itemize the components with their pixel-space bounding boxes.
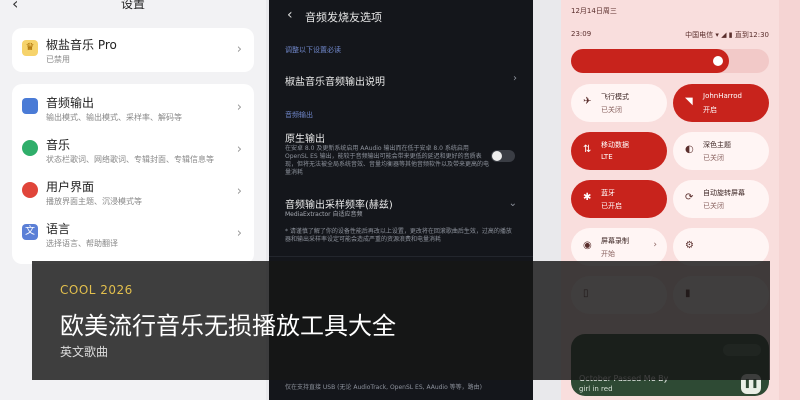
pro-subtitle: 已禁用 bbox=[46, 55, 70, 64]
item-title: 音乐 bbox=[46, 138, 71, 152]
section-label: 音频输出 bbox=[285, 111, 313, 119]
chevron-right-icon: › bbox=[236, 184, 242, 199]
settings-card: 音频输出 输出模式、输出模式、采样率、解码等 › 音乐 状态栏歌词、网络歌词、专… bbox=[12, 84, 254, 264]
edge-strip bbox=[779, 0, 800, 400]
chevron-right-icon: › bbox=[236, 142, 242, 157]
sample-rate-note: * 请谨慎了解了你的设备性能后再改以上设置，更改将在回滚歌曲后生效，过高的播放器… bbox=[285, 228, 512, 243]
pro-title: 椒盐音乐 Pro bbox=[46, 38, 117, 52]
chevron-right-icon: › bbox=[236, 100, 242, 115]
page-title: 音频发烧友选项 bbox=[305, 11, 382, 24]
song-artist: girl in red bbox=[579, 385, 613, 393]
pro-card[interactable]: ♛ 椒盐音乐 Pro 已禁用 › bbox=[12, 28, 254, 72]
headphones-icon bbox=[22, 98, 38, 114]
quick-tile[interactable]: ◥ JohnHarrod 开启 bbox=[673, 84, 769, 122]
wifi-icon: ◥ bbox=[685, 96, 693, 107]
caption-tag: COOL 2026 bbox=[60, 283, 133, 297]
item-title: 语言 bbox=[46, 222, 71, 236]
settings-item-audio-output[interactable]: 音频输出 输出模式、输出模式、采样率、解码等 › bbox=[12, 88, 254, 128]
status-bar: 中国电信 ▾ ◢ ▮ 直到12:30 bbox=[685, 31, 769, 39]
tile-status: 已开启 bbox=[601, 202, 622, 210]
item-subtitle: 状态栏歌词、网络歌词、专辑封面、专辑信息等 bbox=[46, 155, 214, 164]
settings-item-ui[interactable]: 用户界面 播放界面主题、沉浸模式等 › bbox=[12, 172, 254, 212]
section-label: 调整以下设置必读 bbox=[285, 46, 341, 54]
swap-icon: ⇅ bbox=[583, 144, 592, 155]
chevron-right-icon: › bbox=[236, 226, 242, 241]
date-label: 12月14日周三 bbox=[571, 7, 617, 15]
settings-icon: ⚙ bbox=[685, 240, 694, 251]
brightness-fill bbox=[571, 49, 730, 73]
item-subtitle: 播放界面主题、沉浸模式等 bbox=[46, 197, 142, 206]
tile-title: 移动数据 bbox=[601, 141, 629, 149]
settings-item-language[interactable]: 文 语言 选择语言、帮助翻译 › bbox=[12, 214, 254, 254]
brightness-slider[interactable] bbox=[571, 49, 769, 73]
item-title: 用户界面 bbox=[46, 180, 95, 194]
raw-output-desc: 在安卓 8.0 及更新系统启用 AAudio 输出而在低于安卓 8.0 系统启用… bbox=[285, 145, 490, 176]
tile-status: LTE bbox=[601, 153, 613, 161]
back-arrow-icon[interactable]: ‹ bbox=[287, 7, 293, 23]
toggle-knob bbox=[492, 151, 502, 161]
caption-subtitle: 英文歌曲 bbox=[60, 345, 109, 359]
quick-tile[interactable]: ◐ 深色主题已关闭 bbox=[673, 132, 769, 170]
quick-tile[interactable]: ✈ 飞行模式已关闭 bbox=[571, 84, 667, 122]
tile-title: 飞行模式 bbox=[601, 93, 629, 101]
airplane-icon: ✈ bbox=[583, 96, 592, 107]
tile-status: 已关闭 bbox=[601, 106, 622, 114]
crown-icon: ♛ bbox=[22, 40, 38, 56]
theme-icon: ◐ bbox=[685, 144, 694, 155]
tile-title: 深色主题 bbox=[703, 141, 731, 149]
caption-title: 欧美流行音乐无损播放工具大全 bbox=[60, 312, 396, 340]
sample-rate-title[interactable]: 音频输出采样频率(赫兹) bbox=[285, 196, 393, 211]
tile-title: 屏幕录制 bbox=[601, 237, 629, 245]
tile-title: 自动旋转屏幕 bbox=[703, 189, 745, 197]
chevron-right-icon: › bbox=[236, 42, 242, 57]
item-subtitle: 输出模式、输出模式、采样率、解码等 bbox=[46, 113, 182, 122]
chevron-down-icon: ⌄ bbox=[508, 198, 517, 209]
settings-item-music[interactable]: 音乐 状态栏歌词、网络歌词、专辑封面、专辑信息等 › bbox=[12, 130, 254, 170]
quick-tile[interactable]: ✱ 蓝牙已开启 bbox=[571, 180, 667, 218]
caption-overlay: COOL 2026 欧美流行音乐无损播放工具大全 英文歌曲 bbox=[32, 261, 770, 380]
tile-title: JohnHarrod bbox=[703, 92, 742, 100]
clock-label: 23:09 bbox=[571, 30, 592, 38]
raw-output-title: 原生输出 bbox=[285, 134, 325, 145]
usb-note: 仅在支持直接 USB (无论 AudioTrack, OpenSL ES, AA… bbox=[285, 384, 483, 391]
tile-status: 开始 bbox=[601, 250, 615, 258]
bluetooth-icon: ✱ bbox=[583, 192, 592, 203]
translate-icon: 文 bbox=[22, 224, 38, 240]
output-guide-link[interactable]: 椒盐音乐音频输出说明 bbox=[285, 73, 385, 88]
tile-status: 已关闭 bbox=[703, 154, 724, 162]
chevron-right-icon: › bbox=[513, 73, 517, 84]
tile-status: 开启 bbox=[703, 106, 717, 114]
chevron-right-icon: › bbox=[653, 240, 657, 250]
record-icon: ◉ bbox=[583, 240, 592, 251]
music-note-icon bbox=[22, 140, 38, 156]
item-subtitle: 选择语言、帮助翻译 bbox=[46, 239, 118, 248]
divider bbox=[269, 256, 533, 257]
palette-icon bbox=[22, 182, 38, 198]
tile-title: 蓝牙 bbox=[601, 189, 615, 197]
sample-rate-value: MediaExtractor 自适应音频 bbox=[285, 211, 363, 218]
quick-tile[interactable]: ⇅ 移动数据 LTE bbox=[571, 132, 667, 170]
quick-tile[interactable]: ⟳ 自动旋转屏幕 已关闭 bbox=[673, 180, 769, 218]
tile-status: 已关闭 bbox=[703, 202, 724, 210]
rotate-icon: ⟳ bbox=[685, 192, 694, 203]
item-title: 音频输出 bbox=[46, 96, 95, 110]
raw-output-toggle[interactable] bbox=[491, 150, 515, 162]
page-title: 设置 bbox=[120, 0, 145, 11]
